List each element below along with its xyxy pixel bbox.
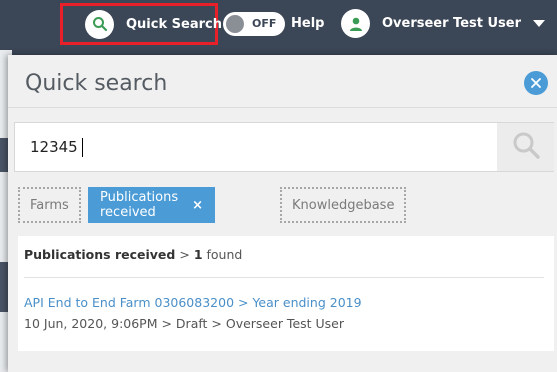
filter-chip-publications-received[interactable]: Publications received × xyxy=(88,187,216,223)
search-input[interactable] xyxy=(15,123,497,171)
top-bar: Quick Search OFF Help Overseer Test User xyxy=(0,0,557,50)
filter-chip-label: Publications received xyxy=(100,190,179,220)
quick-search-button[interactable]: Quick Search xyxy=(85,9,222,39)
results-list: Publications received > 1 found API End … xyxy=(18,236,554,351)
results-separator: > xyxy=(179,247,190,262)
user-name: Overseer Test User xyxy=(382,16,522,31)
search-box xyxy=(14,122,554,172)
help-toggle[interactable]: OFF xyxy=(223,12,285,36)
filter-chip-knowledgebase[interactable]: Knowledgebase xyxy=(280,187,407,223)
remove-filter-icon[interactable]: × xyxy=(192,198,203,213)
toggle-state-label: OFF xyxy=(252,17,277,30)
toggle-knob xyxy=(226,15,244,33)
filter-chip-label: Knowledgebase xyxy=(292,197,395,213)
quick-search-panel: Quick search Farms Publications received… xyxy=(8,55,557,372)
caret-down-icon xyxy=(533,20,546,27)
divider xyxy=(8,107,557,108)
result-link[interactable]: API End to End Farm 0306083200 > Year en… xyxy=(24,295,362,310)
user-menu-button[interactable]: Overseer Test User xyxy=(341,9,546,38)
filter-chip-label: Farms xyxy=(30,197,69,213)
search-button[interactable] xyxy=(497,123,554,171)
panel-title: Quick search xyxy=(25,71,168,96)
search-icon xyxy=(85,9,114,39)
results-count: 1 xyxy=(193,247,203,262)
help-label: Help xyxy=(291,16,325,31)
divider xyxy=(24,277,544,278)
filter-chip-farms[interactable]: Farms xyxy=(18,187,81,223)
close-icon[interactable] xyxy=(524,71,548,95)
results-summary: Publications received > 1 found xyxy=(24,247,242,262)
text-cursor xyxy=(82,138,83,157)
search-icon xyxy=(511,130,541,164)
quick-search-label: Quick Search xyxy=(126,16,222,32)
results-category: Publications received xyxy=(24,247,176,262)
user-icon xyxy=(341,9,370,38)
result-meta: 10 Jun, 2020, 9:06PM > Draft > Overseer … xyxy=(24,316,345,331)
results-found-label: found xyxy=(206,247,243,262)
